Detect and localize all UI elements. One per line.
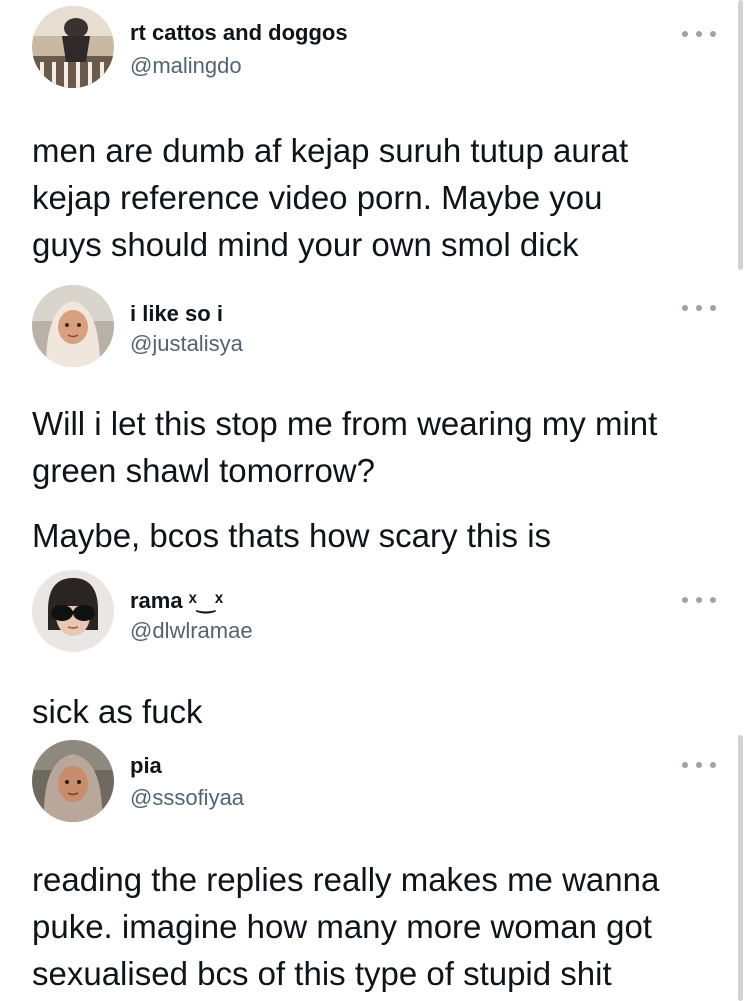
- tweet-text-line: sick as fuck: [32, 693, 203, 730]
- user-handle[interactable]: @dlwlramae: [130, 618, 253, 644]
- more-horizontal-icon[interactable]: [682, 759, 716, 771]
- scrollbar[interactable]: [738, 0, 743, 270]
- tweet-text-line: kejap reference video porn. Maybe you: [32, 179, 603, 216]
- tweet-text-line: puke. imagine how many more woman got: [32, 908, 652, 945]
- tweet-text-line: men are dumb af kejap suruh tutup aurat: [32, 132, 629, 169]
- tweet-text-line: Will i let this stop me from wearing my …: [32, 405, 658, 442]
- user-handle[interactable]: @malingdo: [130, 53, 242, 79]
- user-handle[interactable]: @sssofiyaa: [130, 785, 244, 811]
- more-horizontal-icon[interactable]: [682, 594, 716, 606]
- display-name[interactable]: i like so i: [130, 301, 223, 327]
- avatar-image: [32, 285, 114, 367]
- display-name[interactable]: rama ˣ‿ˣ: [130, 588, 223, 614]
- avatar[interactable]: [32, 740, 114, 822]
- display-name[interactable]: rt cattos and doggos: [130, 20, 348, 46]
- tweet[interactable]: rt cattos and doggos @malingdo men are d…: [0, 0, 750, 285]
- tweet[interactable]: pia @sssofiyaa reading the replies reall…: [0, 735, 750, 1001]
- avatar-image: [32, 570, 114, 652]
- more-horizontal-icon[interactable]: [682, 302, 716, 314]
- avatar-image: [32, 740, 114, 822]
- tweet-text-line: reading the replies really makes me wann…: [32, 861, 660, 898]
- more-horizontal-icon[interactable]: [682, 28, 716, 40]
- user-handle[interactable]: @justalisya: [130, 331, 243, 357]
- avatar-image: [32, 6, 114, 88]
- tweet-text-line: guys should mind your own smol dick: [32, 226, 579, 263]
- avatar[interactable]: [32, 570, 114, 652]
- avatar[interactable]: [32, 285, 114, 367]
- tweet[interactable]: i like so i @justalisya Will i let this …: [0, 285, 750, 565]
- tweet-text-line: Maybe, bcos thats how scary this is: [32, 517, 552, 554]
- scrollbar[interactable]: [738, 735, 743, 1001]
- tweet-text-line: sexualised bcs of this type of stupid sh…: [32, 955, 612, 992]
- tweet-text-line: green shawl tomorrow?: [32, 452, 375, 489]
- tweet[interactable]: rama ˣ‿ˣ @dlwlramae sick as fuck: [0, 565, 750, 735]
- avatar[interactable]: [32, 6, 114, 88]
- display-name[interactable]: pia: [130, 753, 162, 779]
